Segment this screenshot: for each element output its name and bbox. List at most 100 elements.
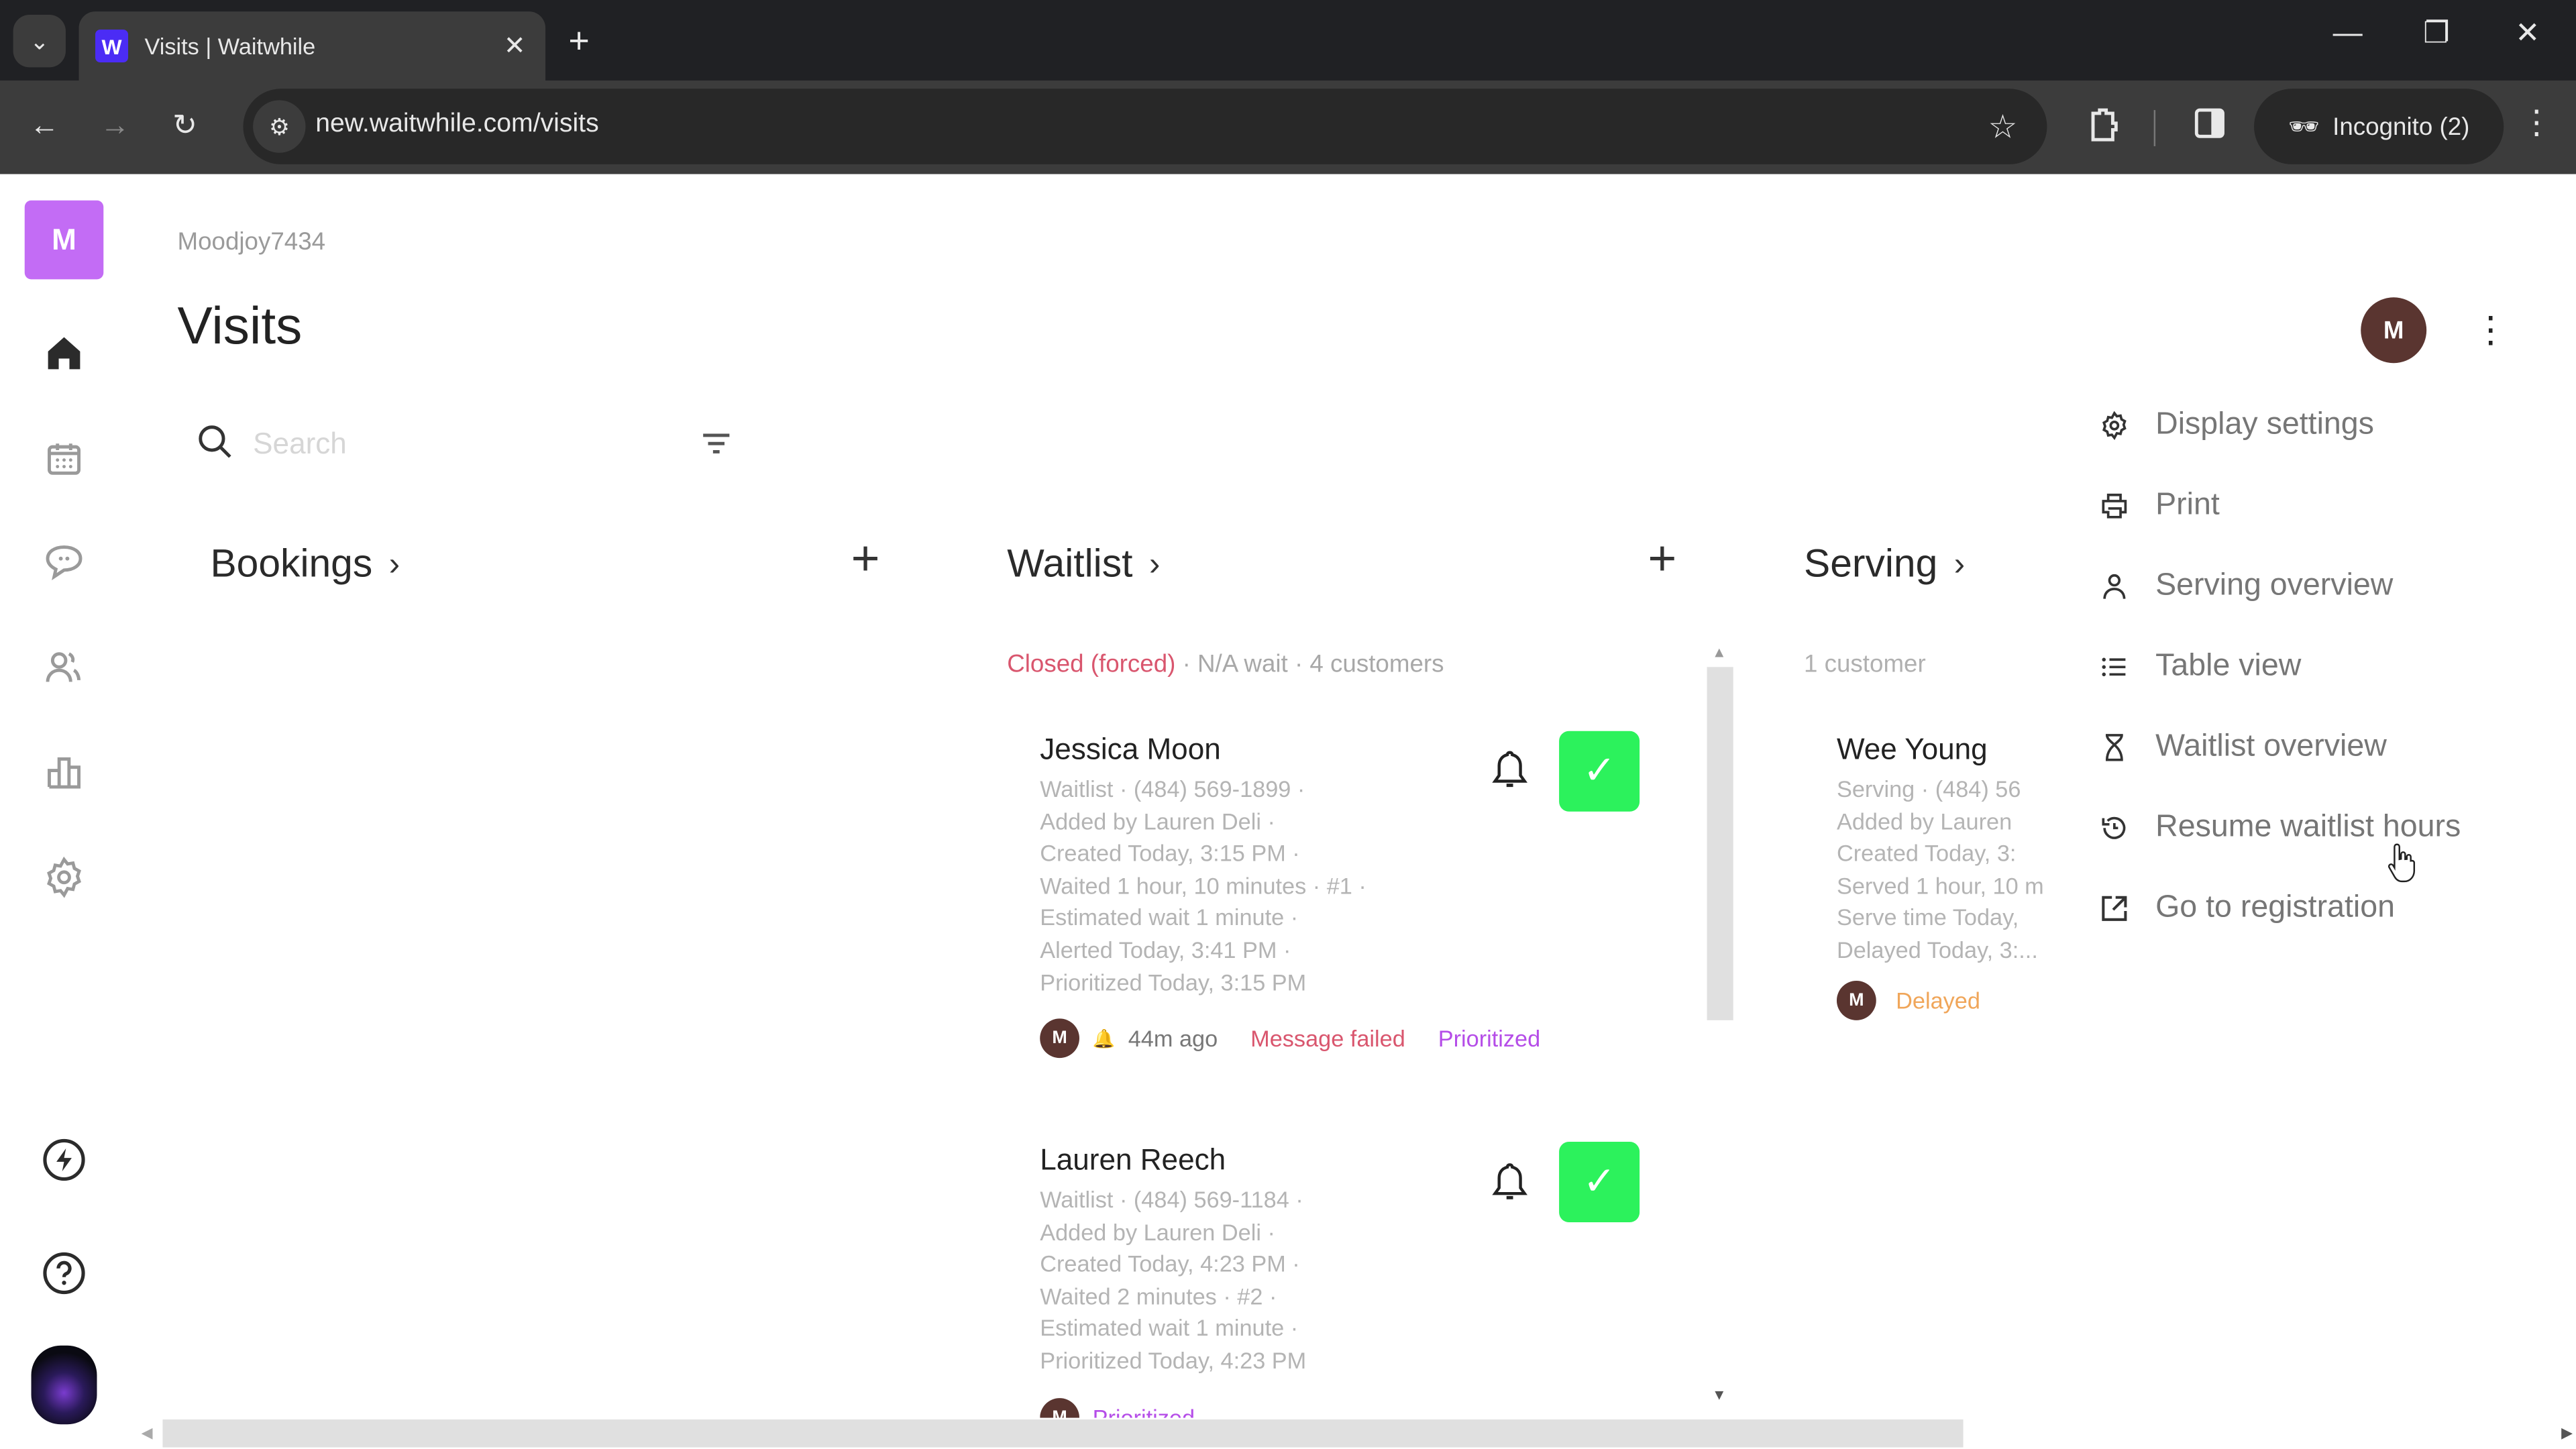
waitlist-closed-status: Closed (forced)	[1007, 650, 1176, 679]
sidebar-item-calendar[interactable]	[40, 434, 89, 483]
users-icon	[46, 652, 81, 682]
address-bar[interactable]: ⚙ new.waitwhile.com/visits ☆	[243, 89, 2047, 164]
staff-avatar: M	[1040, 1397, 1079, 1418]
scroll-right-arrow-icon[interactable]: ▶	[2561, 1424, 2573, 1442]
visit-detail: Created Today, 4:23 PM ·	[1040, 1250, 1300, 1277]
menu-item-serving-overview[interactable]: Serving overview	[2074, 545, 2550, 626]
sidebar-item-customers[interactable]	[40, 643, 89, 692]
visit-detail: Created Today, 3:15 PM ·	[1040, 839, 1300, 867]
sidebar-item-analytics[interactable]	[40, 747, 89, 796]
staff-avatar: M	[1836, 979, 1876, 1020]
serving-header[interactable]: Serving ›	[1804, 542, 1965, 588]
filter-icon[interactable]	[700, 431, 733, 457]
browser-menu-icon[interactable]: ⋮	[2520, 102, 2553, 143]
back-icon[interactable]: ←	[30, 109, 59, 143]
sidebar-item-settings[interactable]	[40, 853, 89, 902]
scrollbar-thumb[interactable]	[162, 1419, 1964, 1448]
chevron-right-icon: ›	[1953, 546, 1966, 583]
notify-button[interactable]	[1487, 747, 1533, 794]
menu-item-print[interactable]: Print	[2074, 465, 2550, 545]
serve-button[interactable]: ✓	[1559, 731, 1640, 812]
waitlist-title: Waitlist	[1007, 542, 1133, 587]
browser-toolbar: ← → ↻ ⚙ new.waitwhile.com/visits ☆ 🕶 Inc…	[0, 80, 2576, 174]
serving-card[interactable]: Wee Young Serving · (484) 56 Added by La…	[1836, 733, 2050, 1044]
menu-item-resume-waitlist-hours[interactable]: Resume waitlist hours	[2074, 787, 2550, 867]
bookings-header[interactable]: Bookings ›	[210, 542, 400, 588]
visit-detail: Estimated wait 1 minute ·	[1040, 1315, 1299, 1342]
scroll-down-arrow-icon[interactable]: ▼	[1712, 1387, 1727, 1403]
help-icon	[43, 1252, 85, 1295]
menu-item-table-view[interactable]: Table view	[2074, 626, 2550, 706]
visit-detail: Waited 1 hour, 10 minutes · #1 ·	[1040, 871, 1366, 899]
customer-name: Wee Young	[1836, 733, 1988, 766]
add-booking-button[interactable]: +	[851, 535, 880, 584]
visit-detail: Created Today, 3:	[1836, 839, 2017, 867]
home-icon	[48, 337, 80, 370]
menu-item-label: Serving overview	[2155, 568, 2394, 602]
menu-item-display-settings[interactable]: Display settings	[2074, 384, 2550, 465]
browser-tab[interactable]: W Visits | Waitwhile ✕	[78, 11, 546, 81]
new-tab-button[interactable]: +	[568, 19, 589, 62]
restore-icon[interactable]: ❐	[2423, 16, 2450, 50]
incognito-profile-button[interactable]: 🕶 Incognito (2)	[2254, 89, 2504, 164]
reload-icon[interactable]: ↻	[172, 109, 197, 143]
search-field	[197, 417, 739, 470]
tab-close-icon[interactable]: ✕	[504, 30, 526, 62]
menu-item-label: Resume waitlist hours	[2155, 809, 2461, 844]
menu-item-label: Print	[2155, 487, 2220, 522]
menu-item-label: Go to registration	[2155, 890, 2396, 924]
side-panel-icon[interactable]	[2193, 107, 2226, 148]
menu-item-label: Table view	[2155, 648, 2302, 683]
waitlist-summary: · N/A wait · 4 customers	[1175, 650, 1444, 679]
window-close-icon[interactable]: ✕	[2515, 16, 2540, 50]
sidebar-item-home[interactable]	[40, 329, 89, 378]
tab-search-button[interactable]: ⌄	[13, 15, 66, 68]
browser-tab-bar: ⌄ W Visits | Waitwhile ✕ + — ❐ ✕	[0, 0, 2576, 81]
visit-card[interactable]: Wee Young Serving · (484) 56 Added by La…	[1836, 733, 2050, 1020]
sidebar-item-messages[interactable]	[40, 537, 89, 586]
bell-filled-icon: 🔔	[1092, 1029, 1116, 1050]
organization-logo[interactable]: M	[24, 200, 104, 280]
scroll-left-arrow-icon[interactable]: ◀	[142, 1424, 153, 1442]
site-info-icon[interactable]: ⚙	[253, 100, 306, 153]
serving-title: Serving	[1804, 542, 1938, 587]
search-input[interactable]	[250, 417, 684, 470]
lightning-icon	[43, 1138, 85, 1181]
visit-detail: Added by Lauren	[1836, 807, 2012, 835]
prioritized-badge: Prioritized	[1438, 1025, 1541, 1052]
serve-button[interactable]: ✓	[1559, 1142, 1640, 1223]
prioritized-badge: Prioritized	[1092, 1403, 1195, 1418]
user-avatar[interactable]: M	[2361, 297, 2427, 364]
list-icon	[2100, 651, 2129, 681]
scrollbar-thumb[interactable]	[1707, 667, 1733, 1020]
add-waitlist-button[interactable]: +	[1648, 535, 1676, 584]
sidebar-item-help[interactable]	[40, 1248, 89, 1297]
visit-detail: Alerted Today, 3:41 PM ·	[1040, 936, 1291, 963]
hourglass-icon	[2100, 732, 2129, 761]
menu-item-waitlist-overview[interactable]: Waitlist overview	[2074, 706, 2550, 787]
more-options-icon[interactable]: ⋮	[2473, 306, 2509, 355]
menu-item-go-to-registration[interactable]: Go to registration	[2074, 867, 2550, 948]
chevron-right-icon: ›	[388, 546, 400, 583]
gear-icon	[2100, 410, 2129, 439]
horizontal-scrollbar[interactable]: ◀ ▶	[138, 1417, 2576, 1449]
minimize-icon[interactable]: —	[2333, 16, 2363, 50]
notify-button[interactable]	[1487, 1160, 1533, 1206]
serving-count: 1 customer	[1804, 650, 1926, 679]
chat-icon	[46, 545, 83, 581]
incognito-icon: 🕶	[2288, 113, 2320, 142]
bell-icon	[1492, 1163, 1527, 1199]
forward-icon[interactable]: →	[100, 109, 129, 143]
extensions-icon[interactable]	[2085, 107, 2121, 151]
user-profile-photo[interactable]	[31, 1345, 97, 1425]
sidebar-item-whats-new[interactable]	[40, 1135, 89, 1184]
url-text[interactable]: new.waitwhile.com/visits	[315, 110, 598, 140]
sidebar: M	[0, 174, 128, 1449]
scroll-up-arrow-icon[interactable]: ▲	[1712, 644, 1727, 660]
bar-chart-icon	[48, 757, 81, 789]
waitlist-header[interactable]: Waitlist ›	[1007, 542, 1160, 588]
waitlist-scrollbar[interactable]: ▲ ▼	[1707, 644, 1733, 1403]
bookmark-star-icon[interactable]: ☆	[1988, 107, 2017, 148]
incognito-label: Incognito (2)	[2332, 112, 2470, 141]
check-icon: ✓	[1582, 749, 1616, 794]
